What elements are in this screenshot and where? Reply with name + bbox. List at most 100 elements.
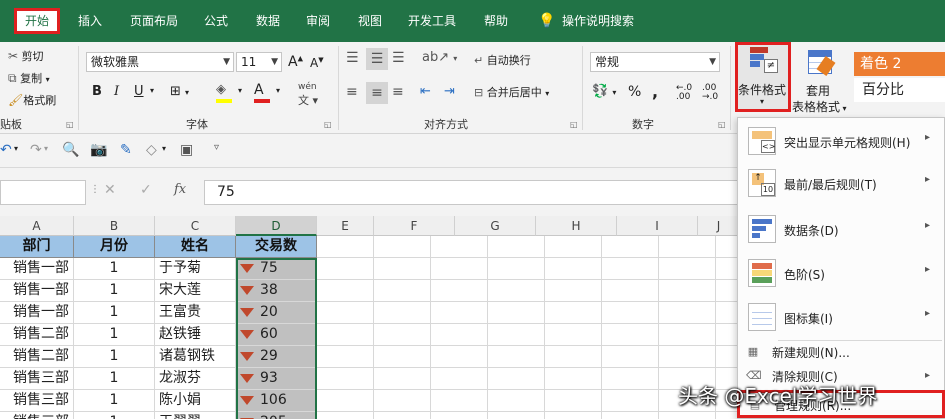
comma-button[interactable]: , <box>652 82 658 101</box>
align-left-icon[interactable]: ≡ <box>346 84 358 100</box>
decrease-decimal-icon[interactable]: .00 →.0 <box>702 84 718 102</box>
column-header-b[interactable]: B <box>74 216 155 236</box>
insert-function-icon[interactable]: fx <box>174 182 186 197</box>
transaction-cell[interactable]: 93 <box>236 368 317 390</box>
table-cell[interactable]: 1 <box>74 412 155 419</box>
transaction-cell[interactable]: 38 <box>236 280 317 302</box>
align-center-icon[interactable]: ≡ <box>366 82 388 104</box>
table-cell[interactable]: 诸葛钢铁 <box>155 346 236 368</box>
merge-center-button[interactable]: ⊟ 合并后居中 ▾ <box>474 84 549 100</box>
empty-cells[interactable] <box>317 302 740 324</box>
percent-button[interactable]: % <box>628 84 641 100</box>
increase-indent-icon[interactable]: ⇥ <box>444 84 455 99</box>
italic-button[interactable]: I <box>114 84 119 99</box>
table-cell[interactable]: 销售三部 <box>0 412 74 419</box>
transaction-cell[interactable]: 75 <box>236 258 317 280</box>
cancel-icon[interactable]: ✕ <box>104 182 116 198</box>
table-cell[interactable]: 陈小娟 <box>155 390 236 412</box>
underline-button[interactable]: U <box>134 84 144 99</box>
menu-item-top-bottom-rules[interactable]: ↑ 10 最前/最后规则(T) ▸ <box>738 162 944 206</box>
table-cell[interactable]: 销售三部 <box>0 368 74 390</box>
redo-dropdown[interactable]: ▾ <box>44 144 48 153</box>
table-cell[interactable]: 销售一部 <box>0 302 74 324</box>
empty-cells[interactable] <box>317 412 740 419</box>
column-header-a[interactable]: A <box>0 216 74 236</box>
font-color-dropdown[interactable]: ▾ <box>276 86 280 95</box>
redo-icon[interactable]: ↷ <box>30 142 42 158</box>
empty-cells[interactable] <box>317 346 740 368</box>
tab-review[interactable]: 审阅 <box>298 8 338 34</box>
accounting-format-button[interactable]: 💱 ▾ <box>592 84 616 99</box>
transaction-cell[interactable]: 106 <box>236 390 317 412</box>
transaction-cell[interactable]: 205 <box>236 412 317 419</box>
align-middle-icon[interactable]: ☰ <box>366 48 388 70</box>
table-cell[interactable]: 赵铁锤 <box>155 324 236 346</box>
undo-icon[interactable]: ↶ <box>0 142 12 158</box>
align-top-icon[interactable]: ☰ <box>346 50 359 66</box>
table-cell[interactable]: 1 <box>74 280 155 302</box>
customize-toolbar-icon[interactable]: ▿ <box>214 142 219 153</box>
phonetic-button[interactable]: wén 文 ▾ <box>298 82 318 108</box>
empty-cells[interactable] <box>317 368 740 390</box>
align-bottom-icon[interactable]: ☰ <box>392 50 405 66</box>
underline-dropdown[interactable]: ▾ <box>150 86 154 95</box>
table-cell[interactable]: 销售一部 <box>0 258 74 280</box>
menu-item-data-bars[interactable]: 数据条(D) ▸ <box>738 208 944 252</box>
transaction-cell[interactable]: 29 <box>236 346 317 368</box>
table-cell[interactable]: 1 <box>74 302 155 324</box>
transaction-cell[interactable]: 20 <box>236 302 317 324</box>
tab-developer[interactable]: 开发工具 <box>400 8 464 34</box>
table-cell[interactable]: 1 <box>74 368 155 390</box>
tab-page-layout[interactable]: 页面布局 <box>122 8 186 34</box>
table-cell[interactable]: 销售一部 <box>0 280 74 302</box>
table-header-name[interactable]: 姓名 <box>155 236 236 258</box>
tab-formulas[interactable]: 公式 <box>196 8 236 34</box>
orientation-icon[interactable]: ab↗ ▾ <box>422 50 457 65</box>
empty-cells[interactable] <box>317 280 740 302</box>
empty-cells[interactable] <box>317 236 740 258</box>
column-header-c[interactable]: C <box>155 216 236 236</box>
image-icon[interactable]: ▣ <box>180 142 193 158</box>
table-cell[interactable]: 龙淑芬 <box>155 368 236 390</box>
empty-cells[interactable] <box>317 258 740 280</box>
dialog-launcher-icon[interactable]: ◱ <box>324 120 332 129</box>
menu-item-new-rule[interactable]: ▦ 新建规则(N)... <box>738 340 944 364</box>
format-painter-icon[interactable]: ✎ <box>120 142 132 158</box>
cut-button[interactable]: ✂ 剪切 <box>8 48 44 64</box>
bold-button[interactable]: B <box>92 84 102 99</box>
enter-icon[interactable]: ✓ <box>140 182 152 198</box>
column-header-g[interactable]: G <box>455 216 536 236</box>
menu-item-icon-sets[interactable]: 图标集(I) ▸ <box>738 296 944 340</box>
dialog-launcher-icon[interactable]: ◱ <box>570 120 578 129</box>
font-color-button[interactable]: A <box>254 82 276 104</box>
tell-me-search[interactable]: 操作说明搜索 <box>554 8 642 34</box>
tab-help[interactable]: 帮助 <box>476 8 516 34</box>
cell-style-percent[interactable]: 百分比 <box>854 78 945 102</box>
font-name-combo[interactable]: 微软雅黑 ▼ <box>86 52 234 72</box>
table-header-month[interactable]: 月份 <box>74 236 155 258</box>
table-cell[interactable]: 1 <box>74 258 155 280</box>
table-header-department[interactable]: 部门 <box>0 236 74 258</box>
column-header-j[interactable]: J <box>698 216 740 236</box>
decrease-indent-icon[interactable]: ⇤ <box>420 84 431 99</box>
table-cell[interactable]: 1 <box>74 324 155 346</box>
print-preview-icon[interactable]: 🔍 <box>62 142 79 158</box>
name-box[interactable] <box>0 180 86 205</box>
increase-decimal-icon[interactable]: ←.0.00 <box>676 84 692 102</box>
fill-color-button[interactable]: ◈ <box>216 82 238 104</box>
table-cell[interactable]: 王翠翠 <box>155 412 236 419</box>
formula-bar-handle[interactable]: ⋮ <box>90 184 100 195</box>
formula-input[interactable]: 75 <box>204 180 740 205</box>
shrink-font-button[interactable]: A▼ <box>310 56 324 70</box>
table-cell[interactable]: 王富贵 <box>155 302 236 324</box>
table-cell[interactable]: 1 <box>74 346 155 368</box>
tab-insert[interactable]: 插入 <box>70 8 110 34</box>
tab-data[interactable]: 数据 <box>248 8 288 34</box>
column-header-f[interactable]: F <box>374 216 455 236</box>
table-cell[interactable]: 销售三部 <box>0 390 74 412</box>
worksheet-grid[interactable]: A B C D E F G H I J 部门 月份 姓名 交易数 销售一部 1 于予… <box>0 216 740 419</box>
empty-cells[interactable] <box>317 324 740 346</box>
number-format-combo[interactable]: 常规 ▼ <box>590 52 720 72</box>
menu-item-color-scales[interactable]: 色阶(S) ▸ <box>738 252 944 296</box>
column-header-i[interactable]: I <box>617 216 698 236</box>
